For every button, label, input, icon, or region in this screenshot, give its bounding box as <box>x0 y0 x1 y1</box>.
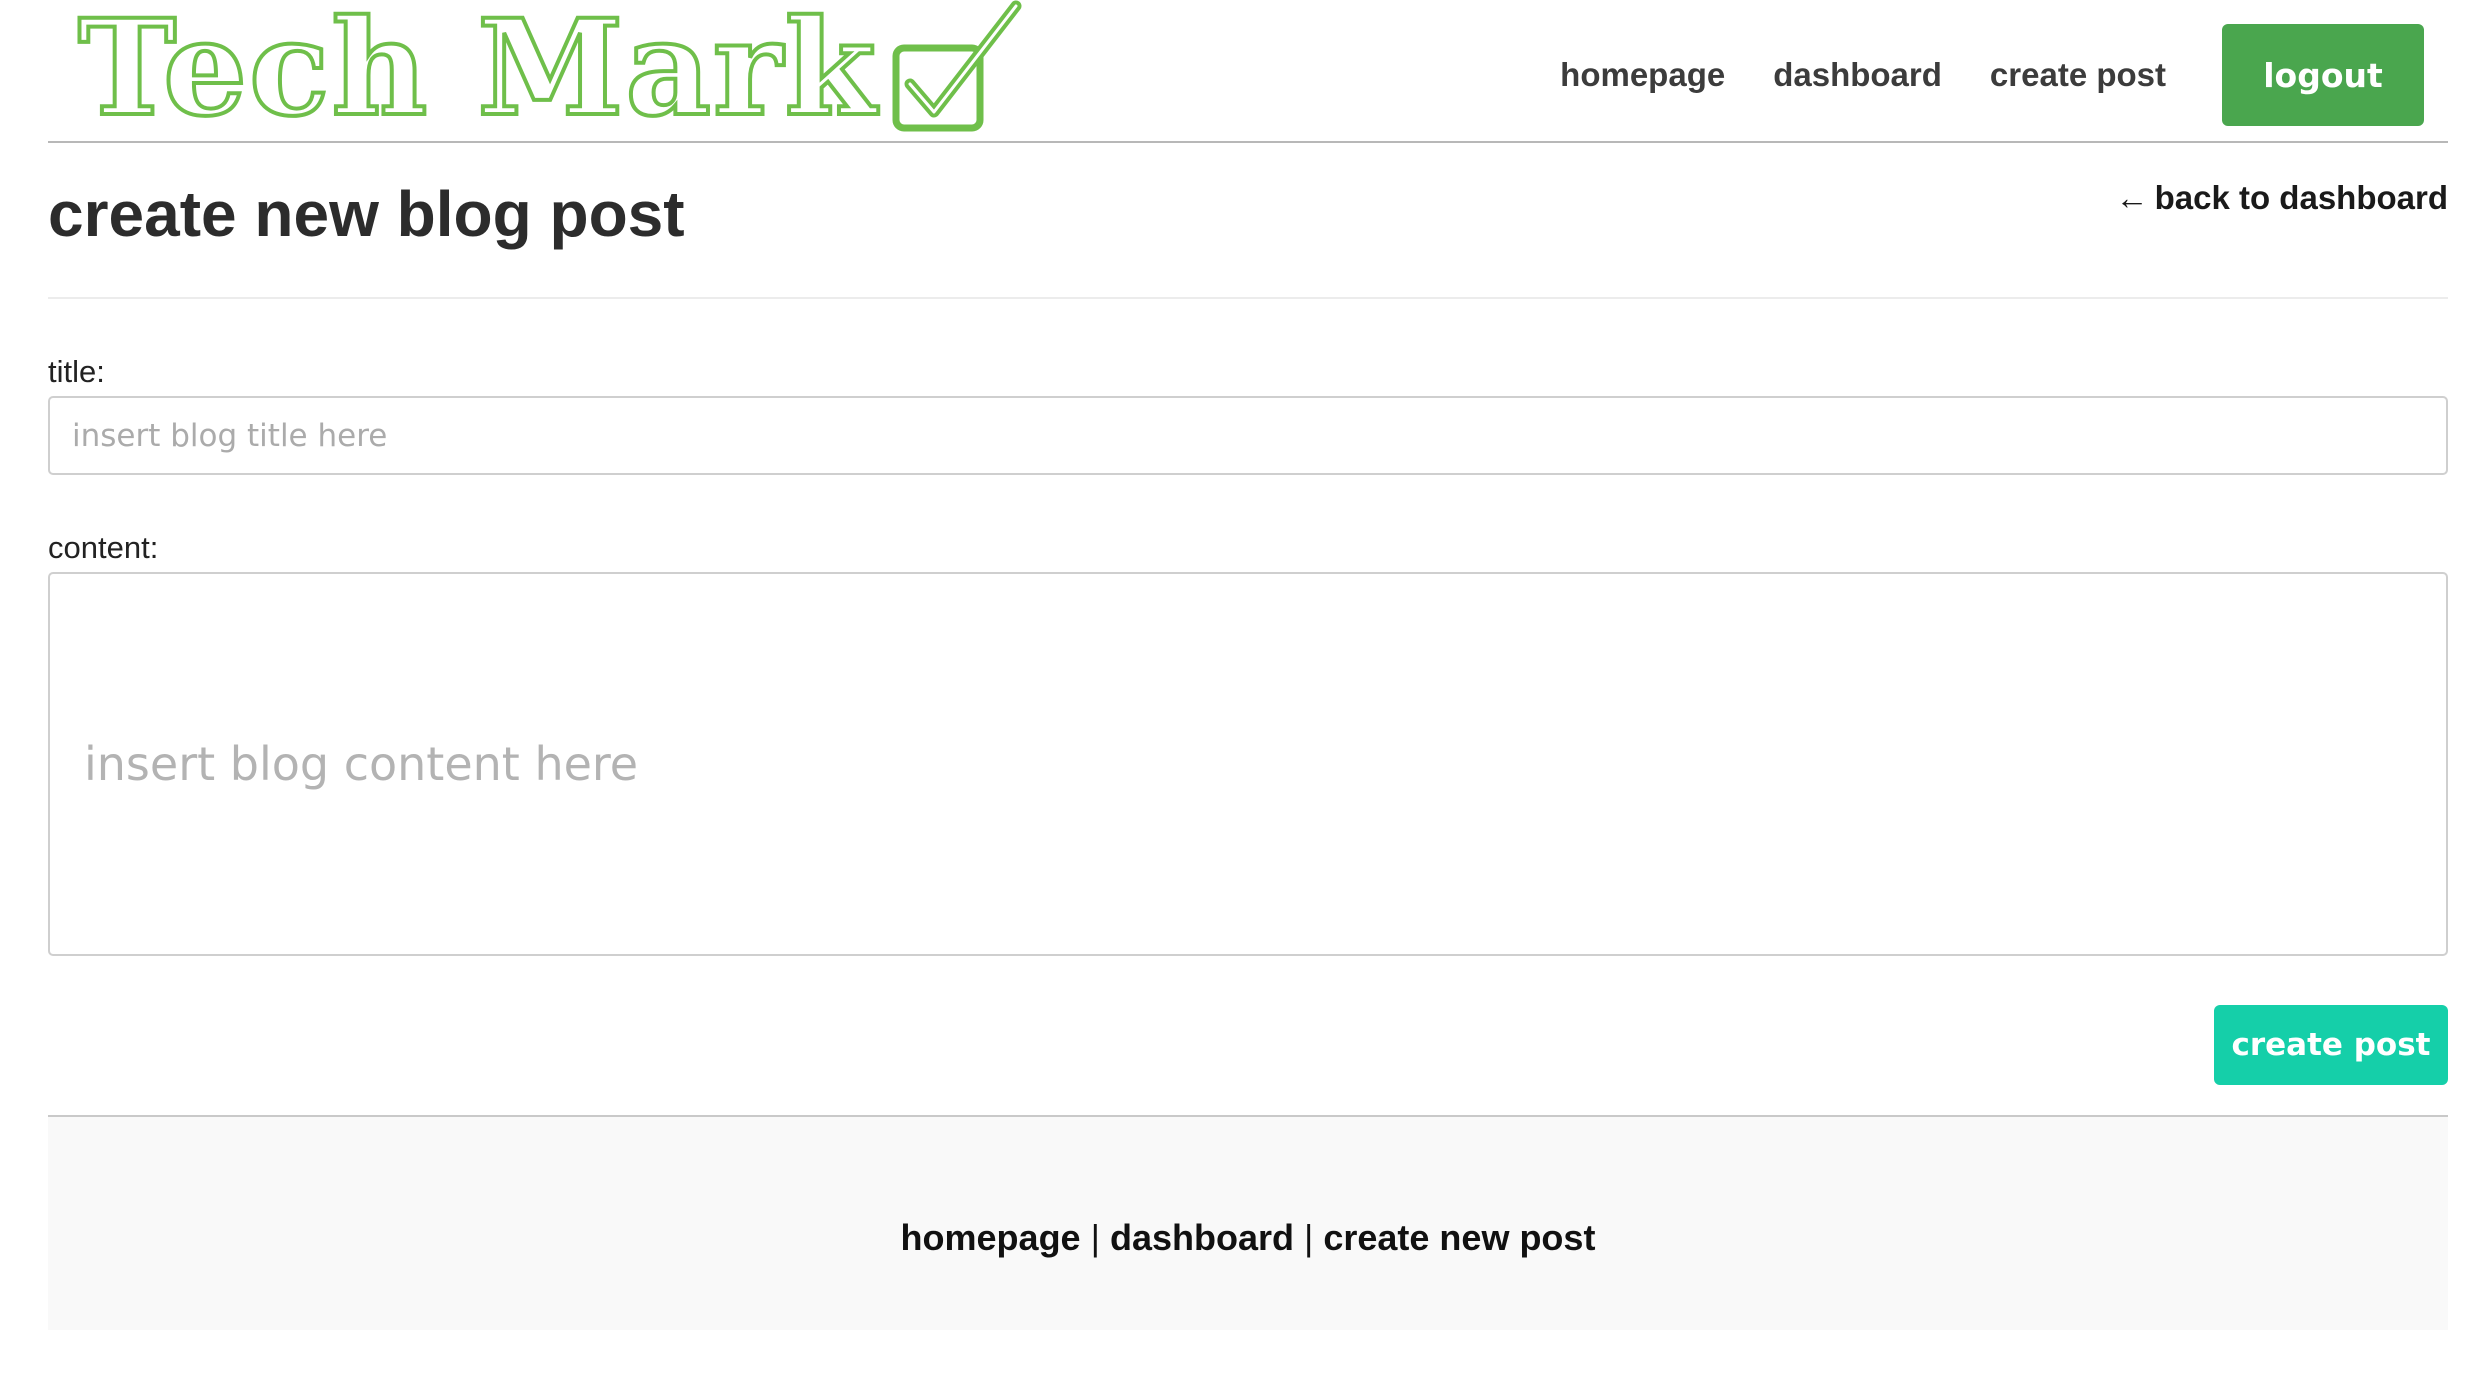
title-label: title: <box>48 354 105 389</box>
page: Tech Mark homepage dashboard create post… <box>0 0 2472 1384</box>
create-post-button[interactable]: create post <box>2214 1005 2448 1085</box>
title-input[interactable] <box>48 396 2448 475</box>
nav-homepage-link[interactable]: homepage <box>1560 56 1725 94</box>
logout-button[interactable]: logout <box>2222 24 2424 126</box>
logo-text: Tech Mark <box>76 0 879 146</box>
site-footer: homepage | dashboard | create new post <box>48 1115 2448 1330</box>
main-nav: homepage dashboard create post logout <box>1560 24 2424 126</box>
page-heading-row: create new blog post ← back to dashboard <box>48 143 2448 299</box>
nav-dashboard-link[interactable]: dashboard <box>1773 56 1942 94</box>
content-textarea[interactable]: insert blog content here <box>48 572 2448 956</box>
footer-dashboard-link[interactable]: dashboard <box>1110 1217 1294 1258</box>
site-header: Tech Mark homepage dashboard create post… <box>48 0 2448 143</box>
new-post-form: title: content: insert blog content here… <box>48 350 2448 1090</box>
nav-create-post-link[interactable]: create post <box>1990 56 2166 94</box>
left-arrow-icon: ← <box>2115 179 2149 216</box>
footer-links: homepage | dashboard | create new post <box>48 1217 2448 1259</box>
back-to-dashboard-link[interactable]: ← back to dashboard <box>2116 179 2448 217</box>
back-to-dashboard-label: back to dashboard <box>2154 179 2448 216</box>
logo[interactable]: Tech Mark <box>76 0 1028 146</box>
footer-homepage-link[interactable]: homepage <box>901 1217 1081 1258</box>
footer-create-new-post-link[interactable]: create new post <box>1323 1217 1595 1258</box>
footer-separator: | <box>1090 1217 1100 1258</box>
footer-separator: | <box>1303 1217 1314 1258</box>
checkbox-check-icon <box>892 0 1022 132</box>
content-label: content: <box>48 530 159 565</box>
content-placeholder: insert blog content here <box>84 737 639 791</box>
page-title: create new blog post <box>48 178 685 250</box>
